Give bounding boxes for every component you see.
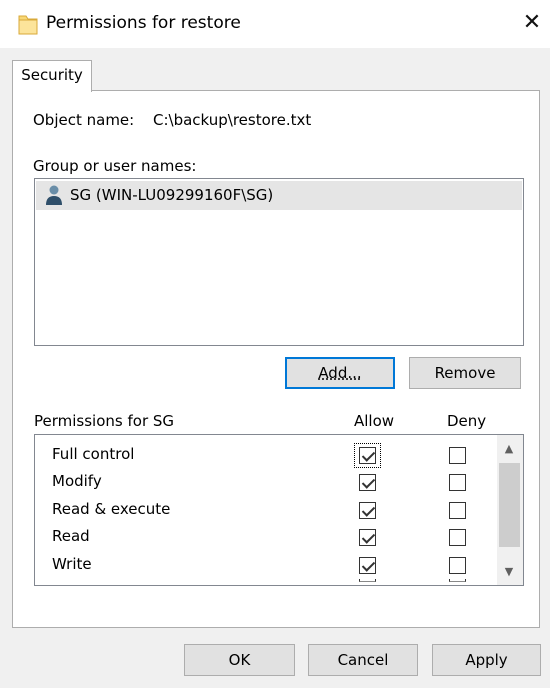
table-row: Read & execute <box>35 497 497 524</box>
permission-name: Full control <box>52 445 135 463</box>
deny-checkbox[interactable] <box>449 502 466 519</box>
permission-name: Write <box>52 555 92 573</box>
allow-checkbox[interactable] <box>359 557 376 574</box>
ok-button[interactable]: OK <box>184 644 295 676</box>
scrollbar-thumb[interactable] <box>499 463 520 547</box>
allow-checkbox[interactable] <box>359 502 376 519</box>
tab-label: Security <box>21 66 83 84</box>
table-row: Read <box>35 524 497 551</box>
scroll-up-icon[interactable]: ▲ <box>500 442 518 458</box>
deny-checkbox[interactable] <box>449 557 466 574</box>
apply-button[interactable]: Apply <box>432 644 541 676</box>
permissions-header: Permissions for SG <box>34 412 175 430</box>
remove-button[interactable]: Remove <box>409 357 521 389</box>
deny-checkbox-partial <box>449 579 466 582</box>
permission-name: Read <box>52 527 90 545</box>
user-icon <box>46 185 62 205</box>
deny-column-header: Deny <box>447 412 487 430</box>
deny-checkbox[interactable] <box>449 474 466 491</box>
allow-checkbox[interactable] <box>359 447 376 464</box>
close-icon[interactable]: ✕ <box>518 9 546 37</box>
permissions-list[interactable]: Full control Modify Read & execute Read … <box>34 434 524 586</box>
scroll-down-icon[interactable]: ▼ <box>500 565 518 581</box>
object-name-value: C:\backup\restore.txt <box>153 111 312 129</box>
cancel-button[interactable]: Cancel <box>308 644 418 676</box>
add-button[interactable]: Add... <box>285 357 395 389</box>
user-item-label: SG (WIN-LU09299160F\SG) <box>70 186 274 204</box>
group-user-names-label: Group or user names: <box>33 157 197 175</box>
tab-security[interactable]: Security <box>12 60 92 92</box>
add-button-label: Add... <box>318 364 362 382</box>
table-row: Full control <box>35 442 497 469</box>
deny-checkbox[interactable] <box>449 447 466 464</box>
allow-checkbox-partial <box>359 579 376 582</box>
folder-icon <box>18 15 38 35</box>
permission-name: Read & execute <box>52 500 171 518</box>
allow-checkbox[interactable] <box>359 529 376 546</box>
deny-checkbox[interactable] <box>449 529 466 546</box>
allow-column-header: Allow <box>354 412 395 430</box>
allow-checkbox[interactable] <box>359 474 376 491</box>
table-row-partial <box>35 579 497 585</box>
object-name-label: Object name: <box>33 111 135 129</box>
permission-name: Modify <box>52 472 102 490</box>
table-row: Modify <box>35 469 497 496</box>
table-row: Write <box>35 552 497 579</box>
window-title: Permissions for restore <box>46 13 241 33</box>
